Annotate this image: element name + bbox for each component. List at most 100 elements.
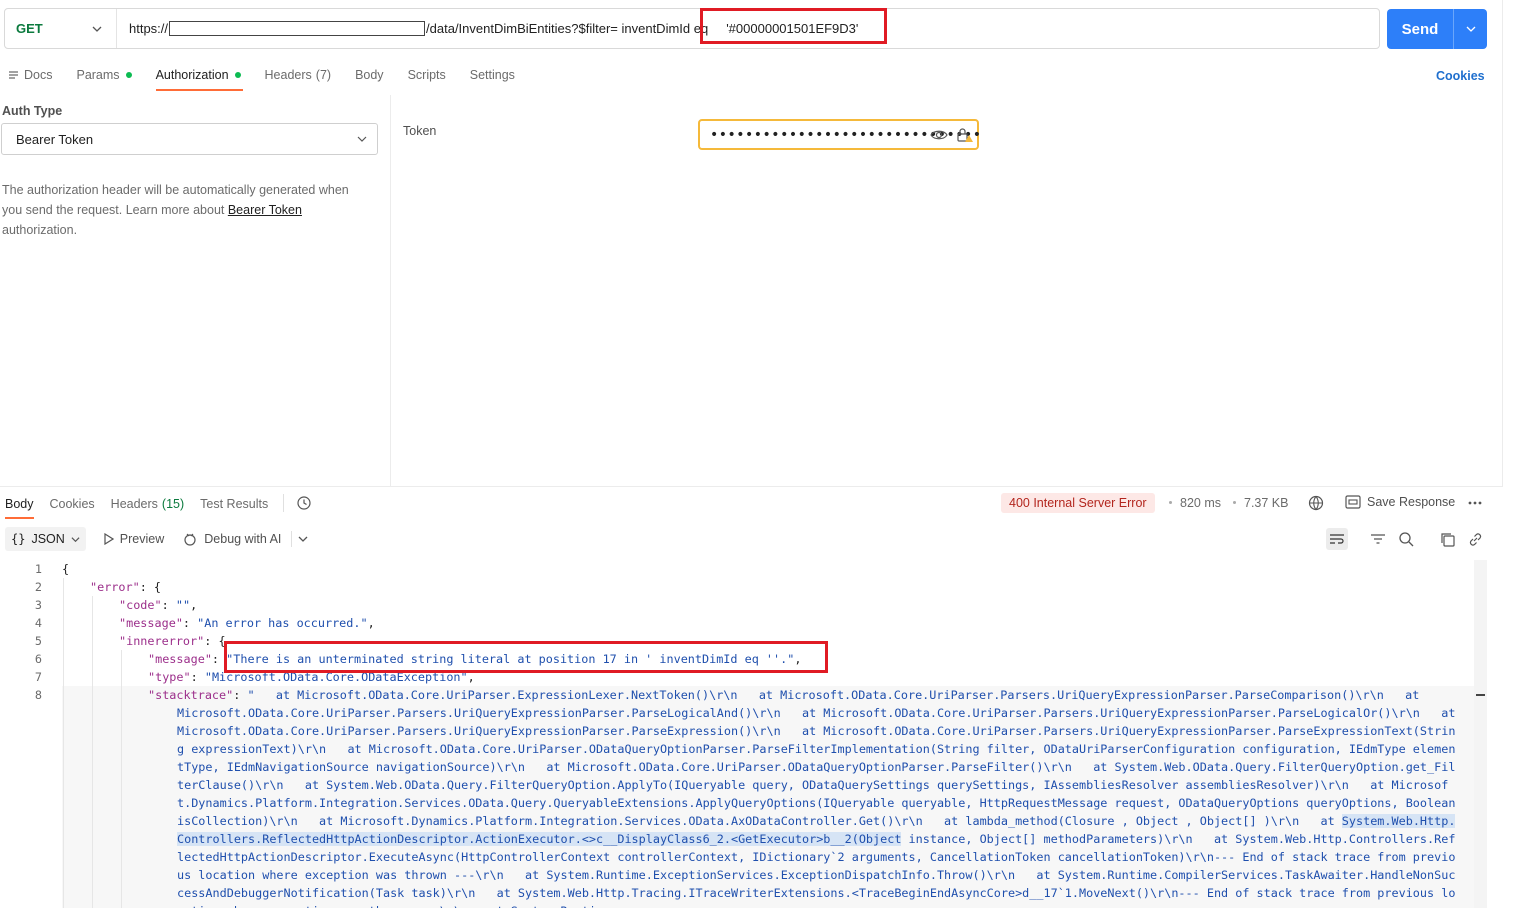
token-input[interactable]: ••••••••••••••••••••••••••••••• [698,119,981,150]
tab-authorization-label: Authorization [155,68,229,82]
link-button[interactable] [1464,528,1486,550]
line-number: 1 [34,562,42,576]
code-scrollbar[interactable] [1474,560,1487,908]
search-button[interactable] [1395,528,1417,550]
tab-scripts-label: Scripts [407,68,446,82]
play-icon [104,533,114,545]
resp-tab-headers[interactable]: Headers (15) [111,497,184,511]
copy-button[interactable] [1436,528,1458,550]
line-number: 5 [34,634,42,648]
chevron-down-icon[interactable] [298,534,308,544]
history-icon[interactable] [296,495,312,511]
debug-ai-label: Debug with AI [204,532,282,546]
more-icon[interactable] [1467,499,1483,507]
status-badge: 400 Internal Server Error [1001,493,1155,513]
indent-guide [63,578,64,908]
wrap-lines-button[interactable] [1326,528,1348,550]
json-key: "type" [148,670,191,684]
url-prefix: https:// [129,21,169,36]
auth-description: The authorization header will be automat… [2,180,372,240]
auth-type-value: Bearer Token [16,131,94,147]
search-icon [1399,532,1414,547]
resp-tab-test-results[interactable]: Test Results [200,497,268,511]
preview-button[interactable]: Preview [104,532,164,546]
line-number: 2 [34,580,42,594]
response-tabs: Body Cookies Headers (15) Test Results [5,492,284,519]
code-line: "code": "", [119,598,198,612]
save-response-label: Save Response [1367,495,1456,509]
tab-body[interactable]: Body [343,62,396,88]
tab-headers[interactable]: Headers (7) [253,62,344,88]
resp-headers-count: (15) [161,497,185,511]
response-code-view[interactable]: 1 2 3 4 5 6 7 8 { "error": { "code": "",… [0,560,1488,908]
toolbar-separator [291,531,293,547]
tab-authorization[interactable]: Authorization [144,62,253,91]
indent-guide [92,596,93,908]
error-message-highlight-box [224,641,828,673]
response-divider [0,486,1502,487]
tab-separator [283,494,284,512]
stacktrace-part: Microsoft.OData.Core.UriParser.Parsers.U… [177,706,1463,828]
globe-icon[interactable] [1308,495,1325,512]
tab-docs[interactable]: Docs [8,62,64,88]
json-key: "message" [119,616,183,630]
json-key: "message" [148,652,212,666]
chevron-down-icon [92,26,102,32]
line-number: 4 [34,616,42,630]
docs-icon [9,71,18,79]
send-button-group: Send [1387,9,1487,49]
tab-params[interactable]: Params [64,62,143,88]
method-select[interactable]: GET [5,9,117,48]
filter-button[interactable] [1367,528,1389,550]
braces-icon: {} [11,532,26,546]
bearer-token-link[interactable]: Bearer Token [228,203,302,217]
line-number: 7 [34,670,42,684]
meta-separator [1169,501,1172,504]
resp-tab-body[interactable]: Body [5,497,34,519]
code-line: "error": { [90,580,162,594]
method-label: GET [16,21,43,36]
json-key: "stacktrace" [148,688,234,702]
resp-tab-headers-label: Headers [110,497,158,511]
response-time: 820 ms [1180,496,1221,510]
tab-docs-label: Docs [24,68,53,82]
format-label: JSON [31,532,65,546]
chevron-down-icon [357,136,367,142]
auth-type-label: Auth Type [2,104,63,118]
send-button[interactable]: Send [1387,9,1454,49]
meta-separator [1233,501,1236,504]
stacktrace-value: Microsoft.OData.Core.UriParser.Parsers.U… [177,704,1462,908]
resp-tab-cookies[interactable]: Cookies [50,497,95,511]
debug-ai-button[interactable]: Debug with AI [182,531,308,547]
response-toolbar: {} JSON Preview Debug with AI [5,527,308,551]
lock-warning-icon[interactable] [956,127,974,143]
json-key: "error" [90,580,140,594]
tab-params-label: Params [76,68,120,82]
params-status-dot [125,72,132,78]
scrollbar-thumb[interactable] [1476,694,1485,704]
tab-settings-label: Settings [469,68,515,82]
eye-icon[interactable] [930,127,948,143]
preview-label: Preview [119,532,165,546]
response-size: 7.37 KB [1244,496,1289,510]
send-options-button[interactable] [1454,9,1487,49]
save-response-button[interactable]: Save Response [1345,495,1455,509]
line-number: 6 [34,652,42,666]
tab-headers-label: Headers [264,68,312,82]
auth-type-select[interactable]: Bearer Token [1,123,378,155]
link-icon [1469,532,1481,546]
cookies-link[interactable]: Cookies [1436,69,1485,83]
format-select[interactable]: {} JSON [5,527,86,551]
url-path: /data/InventDimBiEntities?$filter= inven… [426,21,709,36]
right-divider [1502,0,1503,487]
line-number: 3 [34,598,42,612]
tab-scripts[interactable]: Scripts [396,62,458,88]
auth-desc-text-2: authorization. [2,223,78,237]
code-brace: { [62,562,70,576]
request-bar: GET https:// /data/InventDimBiEntities?$… [4,8,1380,49]
line-number: 8 [34,688,42,702]
json-value: "" [175,598,191,612]
json-value: "An error has occurred." [197,616,368,630]
tab-settings[interactable]: Settings [458,62,527,88]
url-highlight-box [700,8,887,44]
